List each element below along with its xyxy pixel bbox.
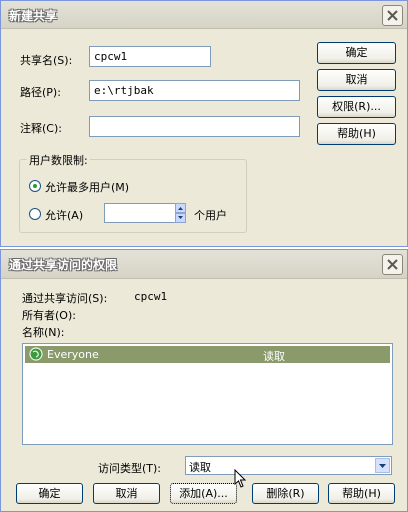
chevron-down-icon xyxy=(379,464,386,468)
spin-up-button[interactable] xyxy=(175,203,186,213)
entry-permission: 读取 xyxy=(263,350,285,363)
arrow-up-icon xyxy=(178,207,183,210)
entry-name: Everyone xyxy=(47,348,99,361)
list-item[interactable]: Everyone 读取 xyxy=(25,346,390,363)
permissions-list[interactable]: Everyone 读取 xyxy=(22,343,393,445)
new-share-dialog: 新建共享 共享名(S): cpcw1 路径(P): e:\rtjbak 注释(C… xyxy=(0,0,408,247)
ok-button[interactable]: 确定 xyxy=(16,483,83,504)
dropdown-button[interactable] xyxy=(375,458,390,473)
comment-label: 注释(C): xyxy=(20,122,62,135)
remove-button[interactable]: 删除(R) xyxy=(252,483,319,504)
comment-input[interactable] xyxy=(89,116,300,137)
cancel-button[interactable]: 取消 xyxy=(317,69,396,91)
arrow-down-icon xyxy=(178,216,183,219)
title-bar[interactable]: 通过共享访问的权限 xyxy=(1,250,407,279)
allow-count-spinner[interactable] xyxy=(175,203,186,223)
globe-icon xyxy=(29,347,43,361)
close-button[interactable] xyxy=(382,254,403,275)
allow-users-radio[interactable] xyxy=(29,208,41,220)
names-label: 名称(N): xyxy=(22,326,65,339)
ok-button[interactable]: 确定 xyxy=(317,42,396,64)
title-bar[interactable]: 新建共享 xyxy=(1,1,407,29)
dialog-title: 新建共享 xyxy=(9,9,58,23)
spin-down-button[interactable] xyxy=(175,213,186,223)
cancel-button[interactable]: 取消 xyxy=(93,483,160,504)
mouse-cursor-icon xyxy=(234,469,247,488)
access-via-label: 通过共享访问(S): xyxy=(22,292,108,305)
share-name-label: 共享名(S): xyxy=(20,54,73,67)
close-button[interactable] xyxy=(382,5,403,26)
access-type-select[interactable]: 读取 xyxy=(185,456,392,475)
dialog-title: 通过共享访问的权限 xyxy=(9,258,118,272)
max-users-label: 允许最多用户(M) xyxy=(45,181,130,194)
close-icon xyxy=(387,10,398,21)
allow-users-label: 允许(A) xyxy=(45,209,84,222)
share-name-input[interactable]: cpcw1 xyxy=(89,46,211,67)
users-suffix-label: 个用户 xyxy=(194,209,227,222)
access-via-value: cpcw1 xyxy=(134,290,168,303)
path-input[interactable]: e:\rtjbak xyxy=(89,80,300,101)
access-type-label: 访问类型(T): xyxy=(98,462,162,475)
permissions-button[interactable]: 权限(R)... xyxy=(317,96,396,118)
max-users-radio[interactable] xyxy=(29,180,41,192)
owner-label: 所有者(O): xyxy=(22,309,76,322)
close-icon xyxy=(387,259,398,270)
help-button[interactable]: 帮助(H) xyxy=(328,483,395,504)
allow-count-input[interactable] xyxy=(104,203,176,223)
access-type-value: 读取 xyxy=(189,461,211,474)
path-label: 路径(P): xyxy=(20,86,61,99)
add-button[interactable]: 添加(A)... xyxy=(170,483,237,504)
share-permissions-dialog: 通过共享访问的权限 通过共享访问(S): cpcw1 所有者(O): 名称(N)… xyxy=(0,249,408,512)
help-button[interactable]: 帮助(H) xyxy=(317,123,396,145)
user-limit-legend: 用户数限制: xyxy=(27,152,90,168)
